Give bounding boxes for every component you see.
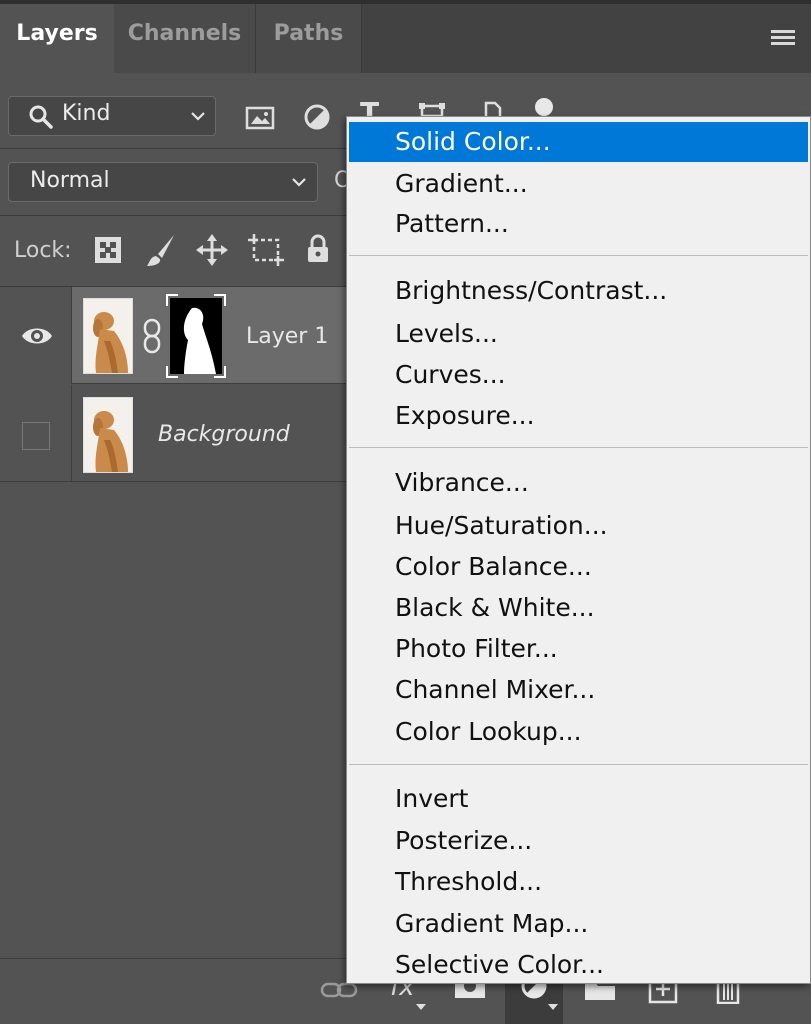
menu-item-curves[interactable]: Curves...: [347, 355, 810, 395]
tab-channels[interactable]: Channels: [114, 4, 256, 73]
link-icon[interactable]: [142, 318, 162, 354]
menu-item-solid-color[interactable]: Solid Color...: [349, 122, 808, 162]
menu-item-color-balance[interactable]: Color Balance...: [347, 547, 810, 587]
menu-item-photo-filter[interactable]: Photo Filter...: [347, 629, 810, 669]
pixel-layer-filter-icon[interactable]: [245, 104, 275, 132]
layer-name[interactable]: Layer 1: [246, 324, 328, 349]
menu-item-black-white[interactable]: Black & White...: [347, 588, 810, 628]
menu-item-selective-color[interactable]: Selective Color...: [347, 945, 810, 985]
lock-label: Lock:: [14, 238, 72, 263]
blend-mode-label: Normal: [30, 168, 110, 193]
tab-layers[interactable]: Layers: [0, 4, 114, 73]
menu-item-hue-saturation[interactable]: Hue/Saturation...: [347, 506, 810, 546]
lock-all-icon[interactable]: [306, 234, 330, 264]
dog-photo-thumbnail: [84, 398, 132, 472]
menu-item-gradient[interactable]: Gradient...: [347, 164, 810, 204]
menu-item-vibrance[interactable]: Vibrance...: [347, 463, 810, 503]
tab-paths[interactable]: Paths: [256, 4, 362, 73]
menu-item-color-lookup[interactable]: Color Lookup...: [347, 712, 810, 752]
menu-item-channel-mixer[interactable]: Channel Mixer...: [347, 670, 810, 710]
panel-menu-icon[interactable]: [771, 30, 795, 48]
menu-separator: [349, 255, 808, 256]
menu-separator: [349, 447, 808, 448]
layer-name[interactable]: Background: [158, 422, 290, 447]
menu-item-exposure[interactable]: Exposure...: [347, 396, 810, 436]
shape-layer-filter-icon[interactable]: [418, 100, 446, 116]
filter-kind-label: Kind: [62, 101, 111, 126]
lock-artboard-icon[interactable]: [248, 234, 284, 266]
menu-separator: [349, 764, 808, 765]
chevron-down-icon: [191, 112, 205, 121]
menu-item-invert[interactable]: Invert: [347, 779, 810, 819]
layer-thumbnail[interactable]: [83, 298, 133, 374]
chevron-down-icon: [292, 178, 306, 187]
lock-position-icon[interactable]: [196, 234, 228, 266]
dropdown-arrow-icon: [548, 1004, 558, 1010]
menu-item-gradient-map[interactable]: Gradient Map...: [347, 904, 810, 944]
eye-icon[interactable]: [20, 324, 54, 348]
dropdown-arrow-icon: [416, 1004, 426, 1010]
dog-photo-thumbnail: [84, 299, 132, 373]
menu-item-brightness-contrast[interactable]: Brightness/Contrast...: [347, 271, 810, 311]
mask-thumbnail: [166, 294, 226, 378]
menu-item-levels[interactable]: Levels...: [347, 314, 810, 354]
layer-thumbnail[interactable]: [83, 397, 133, 473]
visibility-toggle-off[interactable]: [22, 422, 50, 450]
menu-item-posterize[interactable]: Posterize...: [347, 821, 810, 861]
filter-toggle-icon[interactable]: [532, 96, 556, 116]
adjustment-layer-menu: Solid Color... Gradient... Pattern... Br…: [346, 116, 811, 984]
smart-object-filter-icon[interactable]: [483, 100, 503, 116]
adjustment-layer-filter-icon[interactable]: [302, 102, 332, 132]
lock-transparent-pixels-icon[interactable]: [94, 236, 122, 264]
menu-item-threshold[interactable]: Threshold...: [347, 862, 810, 902]
search-icon: [29, 105, 53, 129]
lock-image-pixels-icon[interactable]: [144, 232, 178, 268]
layer-mask-thumbnail[interactable]: [166, 294, 226, 378]
menu-item-pattern[interactable]: Pattern...: [347, 204, 810, 244]
